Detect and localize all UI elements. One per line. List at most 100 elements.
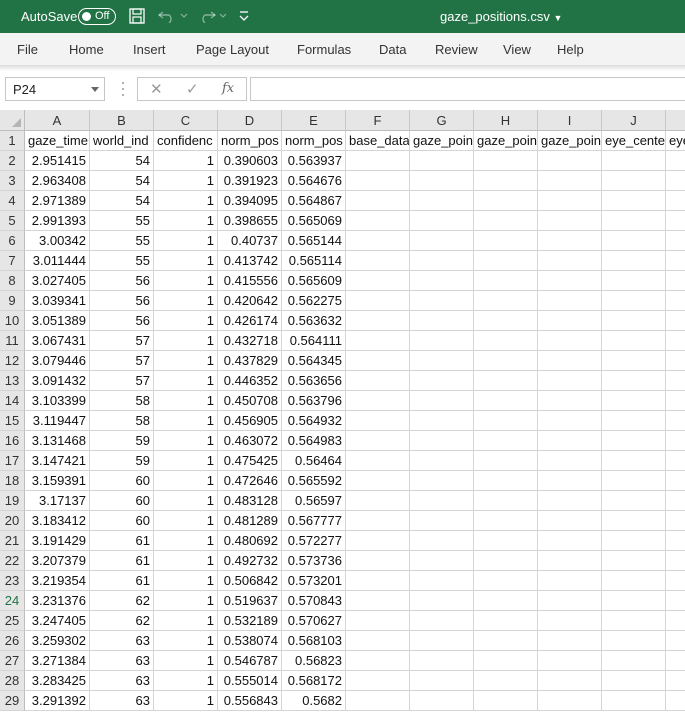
row-header[interactable]: 18 bbox=[0, 471, 25, 491]
grid-cell[interactable]: 62 bbox=[90, 611, 154, 631]
grid-cell[interactable] bbox=[346, 531, 410, 551]
grid-cell[interactable] bbox=[474, 331, 538, 351]
grid-cell[interactable] bbox=[666, 651, 685, 671]
grid-cell[interactable] bbox=[666, 691, 685, 711]
row-header[interactable]: 5 bbox=[0, 211, 25, 231]
grid-cell[interactable] bbox=[602, 191, 666, 211]
grid-cell[interactable] bbox=[346, 151, 410, 171]
row-header[interactable]: 7 bbox=[0, 251, 25, 271]
column-header-h[interactable]: H bbox=[474, 110, 538, 131]
grid-cell[interactable] bbox=[474, 691, 538, 711]
grid-cell[interactable] bbox=[346, 251, 410, 271]
row-header[interactable]: 27 bbox=[0, 651, 25, 671]
grid-cell[interactable] bbox=[474, 291, 538, 311]
grid-cell[interactable]: 0.40737 bbox=[218, 231, 282, 251]
grid-cell[interactable]: 1 bbox=[154, 511, 218, 531]
grid-cell[interactable]: 1 bbox=[154, 631, 218, 651]
grid-cell[interactable] bbox=[602, 211, 666, 231]
formula-input[interactable] bbox=[250, 77, 685, 101]
grid-cell[interactable] bbox=[346, 571, 410, 591]
grid-cell[interactable]: 1 bbox=[154, 611, 218, 631]
grid-cell[interactable] bbox=[474, 351, 538, 371]
grid-cell[interactable] bbox=[538, 311, 602, 331]
grid-cell[interactable] bbox=[666, 171, 685, 191]
enter-icon[interactable]: ✓ bbox=[186, 80, 199, 98]
grid-cell[interactable] bbox=[410, 471, 474, 491]
row-header[interactable]: 14 bbox=[0, 391, 25, 411]
grid-cell[interactable] bbox=[666, 631, 685, 651]
grid-cell[interactable]: 1 bbox=[154, 671, 218, 691]
grid-cell[interactable]: 0.415556 bbox=[218, 271, 282, 291]
grid-cell[interactable]: 3.291392 bbox=[25, 691, 90, 711]
row-header[interactable]: 16 bbox=[0, 431, 25, 451]
grid-cell[interactable] bbox=[666, 251, 685, 271]
grid-cell[interactable]: gaze_poin bbox=[474, 131, 538, 151]
grid-cell[interactable] bbox=[602, 291, 666, 311]
grid-cell[interactable] bbox=[666, 611, 685, 631]
grid-cell[interactable] bbox=[538, 591, 602, 611]
grid-cell[interactable]: 58 bbox=[90, 391, 154, 411]
grid-cell[interactable]: 3.231376 bbox=[25, 591, 90, 611]
grid-cell[interactable]: 0.506842 bbox=[218, 571, 282, 591]
grid-cell[interactable] bbox=[666, 491, 685, 511]
grid-cell[interactable] bbox=[474, 471, 538, 491]
row-header[interactable]: 3 bbox=[0, 171, 25, 191]
grid-cell[interactable]: 3.259302 bbox=[25, 631, 90, 651]
grid-cell[interactable] bbox=[346, 691, 410, 711]
grid-cell[interactable] bbox=[474, 231, 538, 251]
row-header[interactable]: 12 bbox=[0, 351, 25, 371]
grid-cell[interactable]: 1 bbox=[154, 231, 218, 251]
grid-cell[interactable] bbox=[410, 211, 474, 231]
grid-cell[interactable]: 0.390603 bbox=[218, 151, 282, 171]
grid-cell[interactable]: 0.567777 bbox=[282, 511, 346, 531]
grid-cell[interactable] bbox=[346, 491, 410, 511]
grid-cell[interactable]: 2.971389 bbox=[25, 191, 90, 211]
grid-cell[interactable] bbox=[346, 271, 410, 291]
grid-cell[interactable] bbox=[538, 371, 602, 391]
grid-cell[interactable] bbox=[538, 191, 602, 211]
grid-cell[interactable]: base_data bbox=[346, 131, 410, 151]
grid-cell[interactable] bbox=[602, 571, 666, 591]
grid-cell[interactable]: 63 bbox=[90, 671, 154, 691]
grid-cell[interactable]: 0.472646 bbox=[218, 471, 282, 491]
grid-cell[interactable] bbox=[346, 431, 410, 451]
grid-cell[interactable] bbox=[538, 231, 602, 251]
grid-cell[interactable]: 56 bbox=[90, 311, 154, 331]
grid-cell[interactable]: 0.565114 bbox=[282, 251, 346, 271]
grid-cell[interactable]: 0.563632 bbox=[282, 311, 346, 331]
grid-cell[interactable] bbox=[538, 611, 602, 631]
grid-cell[interactable]: 0.483128 bbox=[218, 491, 282, 511]
grid-cell[interactable] bbox=[538, 151, 602, 171]
grid-cell[interactable]: 57 bbox=[90, 331, 154, 351]
tab-help[interactable]: Help bbox=[557, 42, 584, 57]
grid-cell[interactable]: 1 bbox=[154, 691, 218, 711]
grid-cell[interactable] bbox=[474, 571, 538, 591]
grid-cell[interactable] bbox=[346, 331, 410, 351]
grid-cell[interactable]: 1 bbox=[154, 451, 218, 471]
grid-cell[interactable]: 3.271384 bbox=[25, 651, 90, 671]
grid-cell[interactable] bbox=[346, 231, 410, 251]
grid-cell[interactable] bbox=[346, 511, 410, 531]
grid-cell[interactable]: 0.492732 bbox=[218, 551, 282, 571]
grid-cell[interactable] bbox=[410, 311, 474, 331]
row-header[interactable]: 19 bbox=[0, 491, 25, 511]
grid-cell[interactable] bbox=[538, 491, 602, 511]
grid-cell[interactable]: 57 bbox=[90, 351, 154, 371]
grid-cell[interactable] bbox=[602, 271, 666, 291]
grid-cell[interactable]: 60 bbox=[90, 511, 154, 531]
grid-cell[interactable]: 0.546787 bbox=[218, 651, 282, 671]
grid-cell[interactable]: 1 bbox=[154, 471, 218, 491]
grid-cell[interactable] bbox=[538, 391, 602, 411]
grid-cell[interactable] bbox=[538, 691, 602, 711]
grid-cell[interactable] bbox=[538, 631, 602, 651]
grid-cell[interactable]: 63 bbox=[90, 631, 154, 651]
grid-cell[interactable]: 3.067431 bbox=[25, 331, 90, 351]
row-header[interactable]: 10 bbox=[0, 311, 25, 331]
grid-cell[interactable]: 3.247405 bbox=[25, 611, 90, 631]
grid-cell[interactable] bbox=[410, 491, 474, 511]
grid-cell[interactable]: 0.568103 bbox=[282, 631, 346, 651]
row-header[interactable]: 20 bbox=[0, 511, 25, 531]
row-header[interactable]: 11 bbox=[0, 331, 25, 351]
grid-cell[interactable]: 0.56823 bbox=[282, 651, 346, 671]
grid-cell[interactable]: 0.555014 bbox=[218, 671, 282, 691]
